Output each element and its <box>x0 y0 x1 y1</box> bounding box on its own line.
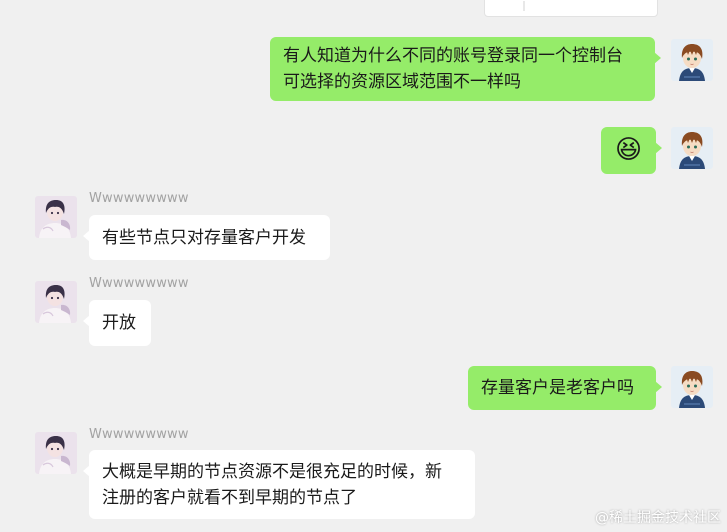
message-bubble-contact[interactable]: 大概是早期的节点资源不是很充足的时候，新 注册的客户就看不到早期的节点了 <box>83 450 475 519</box>
sender-name: Wwwwwwwww <box>89 191 189 206</box>
message-text: 开放 <box>102 313 136 333</box>
laughing-emoji-icon: 😆 <box>614 135 643 165</box>
self-avatar[interactable] <box>671 39 713 81</box>
sender-name: Wwwwwwwww <box>89 427 189 442</box>
sender-name: Wwwwwwwww <box>89 276 189 291</box>
message-bubble-self[interactable]: 存量客户是老客户吗 <box>468 366 662 410</box>
watermark: @稀土掘金技术社区 <box>595 510 721 526</box>
bubble-tail <box>83 315 90 327</box>
contact-avatar[interactable] <box>35 196 77 238</box>
message-bubble-self[interactable]: 有人知道为什么不同的账号登录同一个控制台 可选择的资源区域范围不一样吗 <box>270 37 661 101</box>
bubble-tail <box>655 142 662 154</box>
self-avatar-image <box>671 39 713 81</box>
contact-avatar[interactable] <box>35 432 77 474</box>
previous-message-bubble <box>484 0 658 17</box>
self-avatar[interactable] <box>671 127 713 169</box>
message-text: 存量客户是老客户吗 <box>481 378 634 398</box>
message-text: 大概是早期的节点资源不是很充足的时候，新 注册的客户就看不到早期的节点了 <box>102 462 442 508</box>
bubble-tail <box>654 52 661 64</box>
contact-avatar-image <box>35 196 77 238</box>
message-bubble-contact[interactable]: 有些节点只对存量客户开发 <box>83 215 330 260</box>
bubble-fragment-mark <box>523 1 525 11</box>
message-text: 有些节点只对存量客户开发 <box>102 228 306 248</box>
contact-avatar-image <box>35 281 77 323</box>
bubble-tail <box>83 465 90 477</box>
message-bubble-contact[interactable]: 开放 <box>83 300 151 346</box>
contact-avatar-image <box>35 432 77 474</box>
bubble-tail <box>655 381 662 393</box>
self-avatar-image <box>671 366 713 408</box>
bubble-tail <box>83 230 90 242</box>
contact-avatar[interactable] <box>35 281 77 323</box>
message-text: 有人知道为什么不同的账号登录同一个控制台 可选择的资源区域范围不一样吗 <box>283 46 623 92</box>
message-bubble-self[interactable]: 😆 <box>601 127 662 174</box>
self-avatar-image <box>671 127 713 169</box>
self-avatar[interactable] <box>671 366 713 408</box>
